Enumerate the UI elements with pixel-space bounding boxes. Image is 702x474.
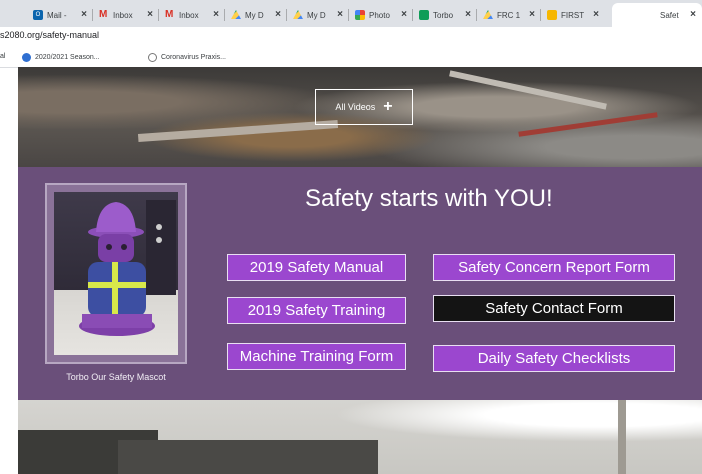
close-icon[interactable]: × <box>593 9 599 20</box>
safety-concern-report-button[interactable]: Safety Concern Report Form <box>433 254 675 281</box>
tab-label: Inbox <box>179 10 199 20</box>
browser-tab-inbox-1[interactable]: M Inbox × <box>93 3 159 27</box>
hero-robot-image: All Videos + <box>18 67 702 167</box>
url-text[interactable]: s2080.org/safety-manual <box>0 30 99 40</box>
all-videos-label: All Videos <box>335 102 376 112</box>
close-icon[interactable]: × <box>529 9 535 20</box>
mascot-photo-frame <box>45 183 187 364</box>
browser-tab-photos[interactable]: Photo × <box>349 3 413 27</box>
safety-panel: Torbo Our Safety Mascot Safety starts wi… <box>18 167 702 400</box>
browser-tab-inbox-2[interactable]: M Inbox × <box>159 3 225 27</box>
close-icon[interactable]: × <box>147 9 153 20</box>
gmail-icon: M <box>99 9 108 20</box>
close-icon[interactable]: × <box>213 9 219 20</box>
close-icon[interactable]: × <box>337 9 343 20</box>
browser-tab-drive-2[interactable]: My D × <box>287 3 349 27</box>
browser-tab-mail[interactable]: O Mail - × <box>27 3 93 27</box>
tab-label: Photo <box>369 10 390 20</box>
browser-tab-safety[interactable]: Safet × <box>612 3 702 27</box>
safety-manual-button[interactable]: 2019 Safety Manual <box>227 254 406 281</box>
bookmark-item[interactable]: al <box>0 53 5 60</box>
slides-icon <box>547 10 557 20</box>
bookmark-site-icon <box>22 53 31 62</box>
bookmark-label: al <box>0 53 6 60</box>
bookmark-item[interactable]: 2020/2021 Season... <box>22 53 100 62</box>
close-icon[interactable]: × <box>275 9 281 20</box>
bookmark-label: 2020/2021 Season... <box>35 54 100 61</box>
browser-tab-torbo[interactable]: Torbo × <box>413 3 477 27</box>
tab-label: My D <box>245 10 264 20</box>
mascot-image <box>54 192 178 355</box>
close-icon[interactable]: × <box>401 9 407 20</box>
close-icon[interactable]: × <box>690 9 696 20</box>
drive-icon <box>231 10 241 19</box>
hydrant-mascot-illustration <box>79 200 176 336</box>
globe-icon <box>148 53 157 62</box>
tab-label: Inbox <box>113 10 133 20</box>
daily-safety-checklists-button[interactable]: Daily Safety Checklists <box>433 345 675 372</box>
safety-headline: Safety starts with YOU! <box>305 185 553 212</box>
all-videos-button[interactable]: All Videos + <box>315 89 413 125</box>
photos-icon <box>355 10 365 20</box>
drive-icon <box>483 10 493 19</box>
tab-label: Torbo <box>433 10 454 20</box>
machine-training-form-button[interactable]: Machine Training Form <box>227 343 406 370</box>
browser-tab-first[interactable]: FIRST × <box>541 3 605 27</box>
address-bar[interactable]: s2080.org/safety-manual <box>0 27 702 47</box>
close-icon[interactable]: × <box>81 9 87 20</box>
outlook-icon: O <box>33 10 43 20</box>
bookmarks-bar: al 2020/2021 Season... Coronavirus Praxi… <box>0 47 702 68</box>
safety-training-button[interactable]: 2019 Safety Training <box>227 297 406 324</box>
tab-label: Safet <box>660 10 679 20</box>
tab-label: My D <box>307 10 326 20</box>
browser-tab-drive-1[interactable]: My D × <box>225 3 287 27</box>
plus-icon: + <box>383 98 393 115</box>
bookmark-item[interactable]: Coronavirus Praxis... <box>148 53 226 62</box>
tab-label: FIRST <box>561 10 585 20</box>
sheets-icon <box>419 10 429 20</box>
browser-tab-strip: O Mail - × M Inbox × M Inbox × My D × My… <box>0 0 702 27</box>
mascot-caption: Torbo Our Safety Mascot <box>66 372 166 382</box>
drive-icon <box>293 10 303 19</box>
bookmark-label: Coronavirus Praxis... <box>161 54 226 61</box>
safety-contact-form-button[interactable]: Safety Contact Form <box>433 295 675 322</box>
browser-tab-frc[interactable]: FRC 1 × <box>477 3 541 27</box>
gmail-icon: M <box>165 9 174 20</box>
tab-label: Mail - <box>47 10 67 20</box>
close-icon[interactable]: × <box>465 9 471 20</box>
tab-label: FRC 1 <box>497 10 521 20</box>
workshop-image <box>18 400 702 474</box>
